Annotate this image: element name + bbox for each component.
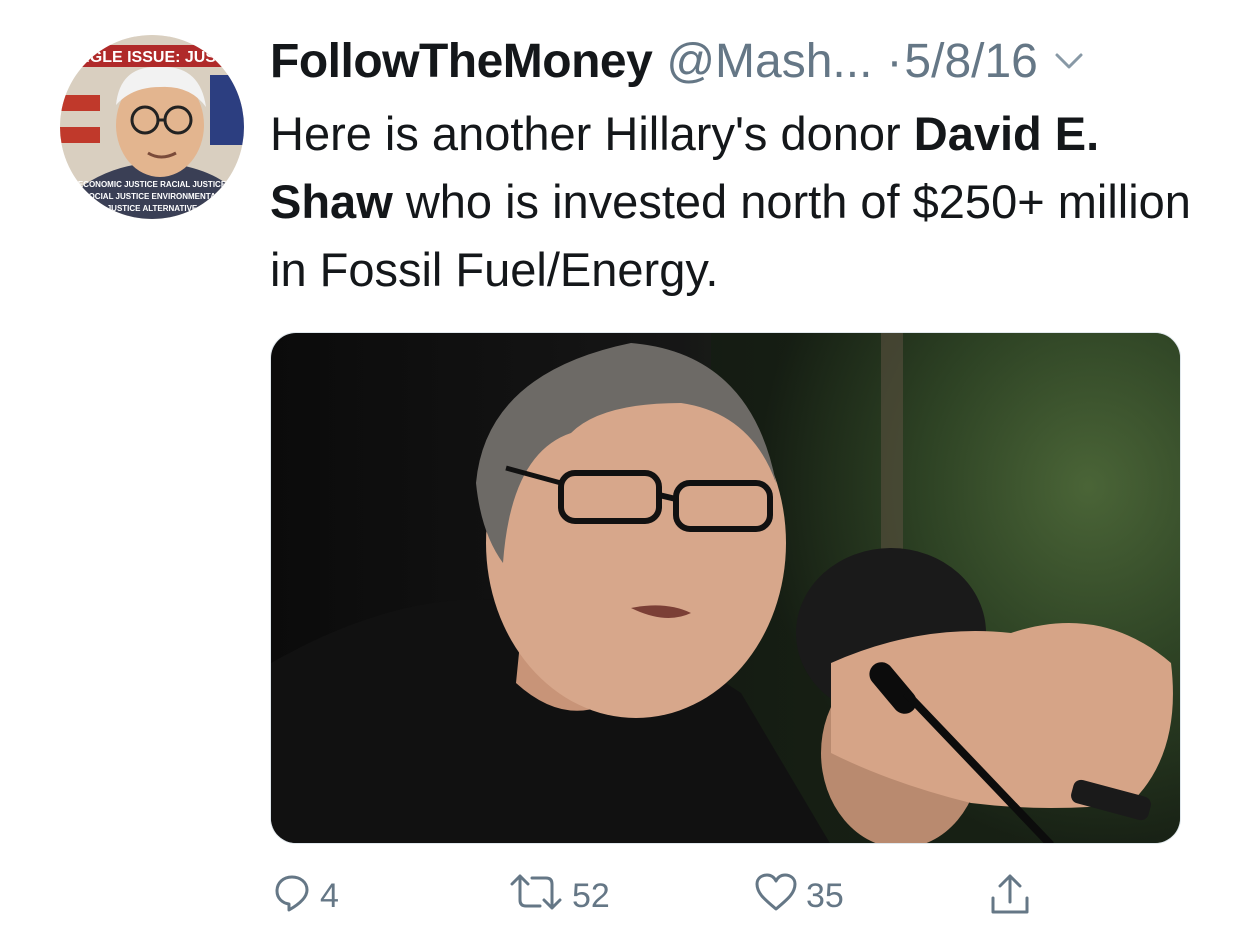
tweet-text-part-2: who is invested north of $250+ million i… [270, 175, 1191, 296]
tweet-date[interactable]: 5/8/16 [904, 34, 1037, 89]
avatar-text-line-3: JUSTICE ALTERNATIVE [107, 204, 198, 213]
tweet-text-part-1: Here is another Hillary's donor [270, 107, 914, 160]
avatar-banner-text: NGLE ISSUE: JUST [78, 49, 226, 66]
separator-dot: · [886, 34, 903, 88]
reply-count: 4 [320, 877, 339, 915]
share-button[interactable] [988, 872, 1032, 925]
author-name[interactable]: FollowTheMoney [270, 34, 653, 89]
avatar-text-line-2: SOCIAL JUSTICE ENVIRONMENTAL [83, 192, 221, 201]
share-icon [988, 872, 1032, 925]
retweet-count: 52 [572, 877, 610, 915]
avatar[interactable]: NGLE ISSUE: JUST ECONOMIC JUSTICE RACIAL… [60, 35, 244, 219]
tweet-text: Here is another Hillary's donor David E.… [270, 100, 1210, 304]
tweet-actions: 4 52 35 [272, 872, 1072, 928]
like-count: 35 [806, 877, 844, 915]
reply-button[interactable]: 4 [272, 872, 339, 921]
avatar-image: NGLE ISSUE: JUST ECONOMIC JUSTICE RACIAL… [60, 35, 244, 219]
retweet-icon [508, 872, 564, 921]
tweet-header: FollowTheMoney @Mash... · 5/8/16 [270, 30, 1084, 92]
photo-image [271, 333, 1180, 843]
heart-icon [754, 872, 798, 921]
chevron-down-icon[interactable] [1054, 51, 1084, 76]
author-handle[interactable]: @Mash... [666, 34, 872, 89]
avatar-text-line-1: ECONOMIC JUSTICE RACIAL JUSTICE [78, 180, 227, 189]
retweet-button[interactable]: 52 [508, 872, 610, 921]
like-button[interactable]: 35 [754, 872, 844, 921]
reply-icon [272, 872, 312, 921]
tweet-media-photo[interactable] [270, 332, 1181, 844]
